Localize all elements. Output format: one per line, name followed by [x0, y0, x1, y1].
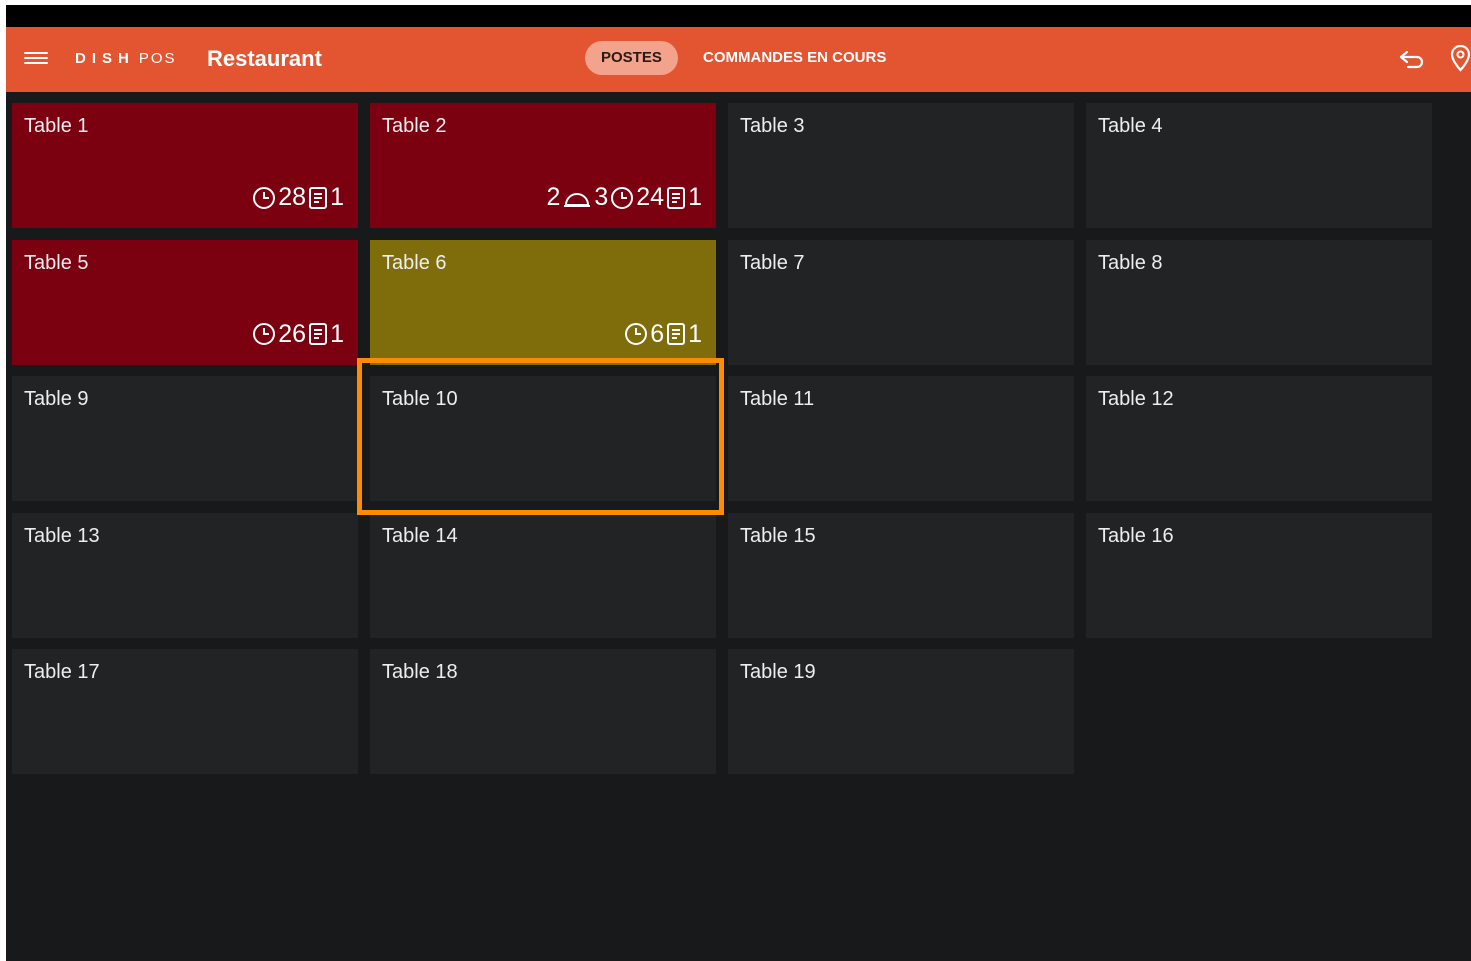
location-pin-icon[interactable]	[1450, 44, 1471, 72]
screen: DISH POS Restaurant POSTES COMMANDES EN C…	[6, 5, 1471, 961]
tab-commandes-en-cours[interactable]: COMMANDES EN COURS	[703, 41, 886, 75]
table-tile[interactable]: Table 18	[370, 649, 716, 774]
table-label: Table 12	[1098, 388, 1174, 410]
table-tile[interactable]: Table 5 26 1	[12, 239, 358, 365]
table-label: Table 1	[24, 115, 89, 137]
table-label: Table 10	[382, 388, 458, 410]
table-tile[interactable]: Table 1 28 1	[12, 103, 358, 228]
ticket-icon	[308, 322, 328, 346]
table-stats: 2 3 24 1	[546, 183, 702, 212]
elapsed-minutes: 26	[278, 319, 307, 348]
clock-icon	[624, 322, 648, 346]
clock-icon	[252, 186, 276, 210]
table-tile[interactable]: Table 6 61	[370, 239, 716, 365]
ticket-count: 1	[330, 183, 344, 211]
table-label: Table 8	[1098, 251, 1163, 274]
table-tile[interactable]: Table 11	[728, 376, 1074, 501]
clock-icon	[252, 322, 276, 346]
elapsed-minutes: 24	[636, 183, 665, 211]
status-bar	[6, 5, 1471, 27]
table-tile[interactable]: Table 2 2 3 24 1	[370, 103, 716, 228]
table-label: Table 13	[24, 524, 100, 547]
table-label: Table 5	[24, 251, 89, 274]
table-tile[interactable]: Table 7	[728, 239, 1074, 365]
ticket-count: 1	[688, 319, 702, 348]
table-tile[interactable]: Table 15	[728, 512, 1074, 638]
table-stats: 28 1	[250, 183, 344, 212]
table-label: Table 2	[382, 115, 447, 137]
ticket-count: 1	[688, 183, 702, 211]
ticket-count: 1	[330, 319, 344, 348]
cloche-icon	[562, 187, 592, 209]
table-stats: 61	[622, 320, 702, 349]
table-label: Table 7	[740, 251, 805, 274]
table-tile[interactable]: Table 8	[1086, 239, 1432, 365]
table-label: Table 18	[382, 661, 458, 683]
clock-icon	[610, 186, 634, 210]
guest-count: 2	[546, 183, 561, 211]
table-tile[interactable]: Table 16	[1086, 512, 1432, 638]
table-label: Table 17	[24, 661, 100, 683]
table-tile[interactable]: Table 14	[370, 512, 716, 638]
app-bar: DISH POS Restaurant POSTES COMMANDES EN C…	[6, 27, 1471, 92]
course-count: 3	[594, 183, 609, 211]
table-label: Table 4	[1098, 115, 1163, 137]
brand-dish: DISH	[75, 50, 135, 67]
page-title: Restaurant	[207, 46, 322, 71]
table-tile[interactable]: Table 3	[728, 103, 1074, 228]
table-tile[interactable]: Table 9	[12, 376, 358, 501]
table-label: Table 3	[740, 115, 805, 137]
ticket-icon	[666, 186, 686, 210]
table-label: Table 19	[740, 661, 816, 683]
brand-logo: DISH POS	[75, 50, 177, 67]
table-tile[interactable]: Table 10	[370, 376, 716, 501]
elapsed-minutes: 6	[650, 319, 665, 348]
table-tile[interactable]: Table 13	[12, 512, 358, 638]
table-label: Table 11	[740, 388, 815, 410]
table-label: Table 16	[1098, 524, 1174, 547]
table-stats: 26 1	[250, 320, 344, 349]
table-tile[interactable]: Table 17	[12, 649, 358, 774]
table-label: Table 15	[740, 524, 816, 547]
table-tile[interactable]: Table 4	[1086, 103, 1432, 228]
ticket-icon	[666, 322, 686, 346]
table-label: Table 6	[382, 251, 447, 274]
table-label: Table 9	[24, 388, 89, 410]
ticket-icon	[308, 186, 328, 210]
tab-postes[interactable]: POSTES	[585, 41, 678, 75]
menu-icon[interactable]	[24, 49, 48, 69]
table-label: Table 14	[382, 524, 458, 547]
elapsed-minutes: 28	[278, 183, 307, 211]
table-tile[interactable]: Table 12	[1086, 376, 1432, 501]
table-tile[interactable]: Table 19	[728, 649, 1074, 774]
brand-pos: POS	[138, 50, 177, 67]
back-arrow-icon[interactable]	[1398, 47, 1426, 71]
